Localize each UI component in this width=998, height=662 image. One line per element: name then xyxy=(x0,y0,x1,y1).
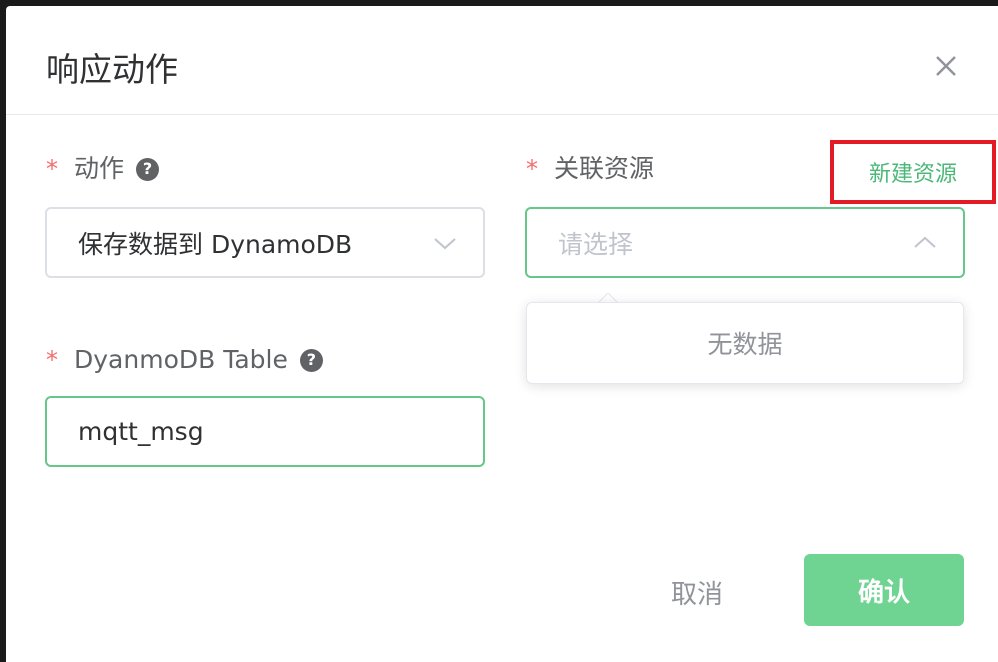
resource-select[interactable]: 请选择 xyxy=(525,207,965,278)
table-label: DyanmoDB Table xyxy=(74,345,288,374)
resource-dropdown: 无数据 xyxy=(526,302,964,384)
resource-label-row: * 关联资源 xyxy=(526,154,654,184)
cancel-button[interactable]: 取消 xyxy=(646,562,748,622)
new-resource-link[interactable]: 新建资源 xyxy=(830,140,996,204)
table-input[interactable]: mqtt_msg xyxy=(45,396,485,467)
chevron-down-icon xyxy=(434,238,456,250)
dialog-header: 响应动作 xyxy=(6,6,998,115)
required-mark: * xyxy=(526,155,538,183)
required-mark: * xyxy=(46,155,58,183)
empty-text: 无数据 xyxy=(707,330,783,359)
chevron-up-icon xyxy=(914,236,936,248)
action-select[interactable]: 保存数据到 DynamoDB xyxy=(45,207,485,278)
close-icon[interactable] xyxy=(932,52,960,80)
question-circle-icon[interactable]: ? xyxy=(136,157,160,181)
dialog-title: 响应动作 xyxy=(46,50,178,89)
response-action-dialog: 响应动作 * 动作 ? 保存数据到 DynamoDB * 关联资源 新建资源 请… xyxy=(6,6,998,662)
table-input-value: mqtt_msg xyxy=(78,417,204,446)
required-mark: * xyxy=(46,346,58,374)
action-label-row: * 动作 ? xyxy=(46,154,160,184)
confirm-button[interactable]: 确认 xyxy=(804,554,964,626)
table-label-row: * DyanmoDB Table ? xyxy=(46,345,323,375)
resource-label: 关联资源 xyxy=(554,154,655,183)
action-select-value: 保存数据到 DynamoDB xyxy=(78,229,353,259)
question-circle-icon[interactable]: ? xyxy=(299,348,323,372)
resource-select-placeholder: 请选择 xyxy=(558,229,634,259)
action-label: 动作 xyxy=(74,154,125,183)
